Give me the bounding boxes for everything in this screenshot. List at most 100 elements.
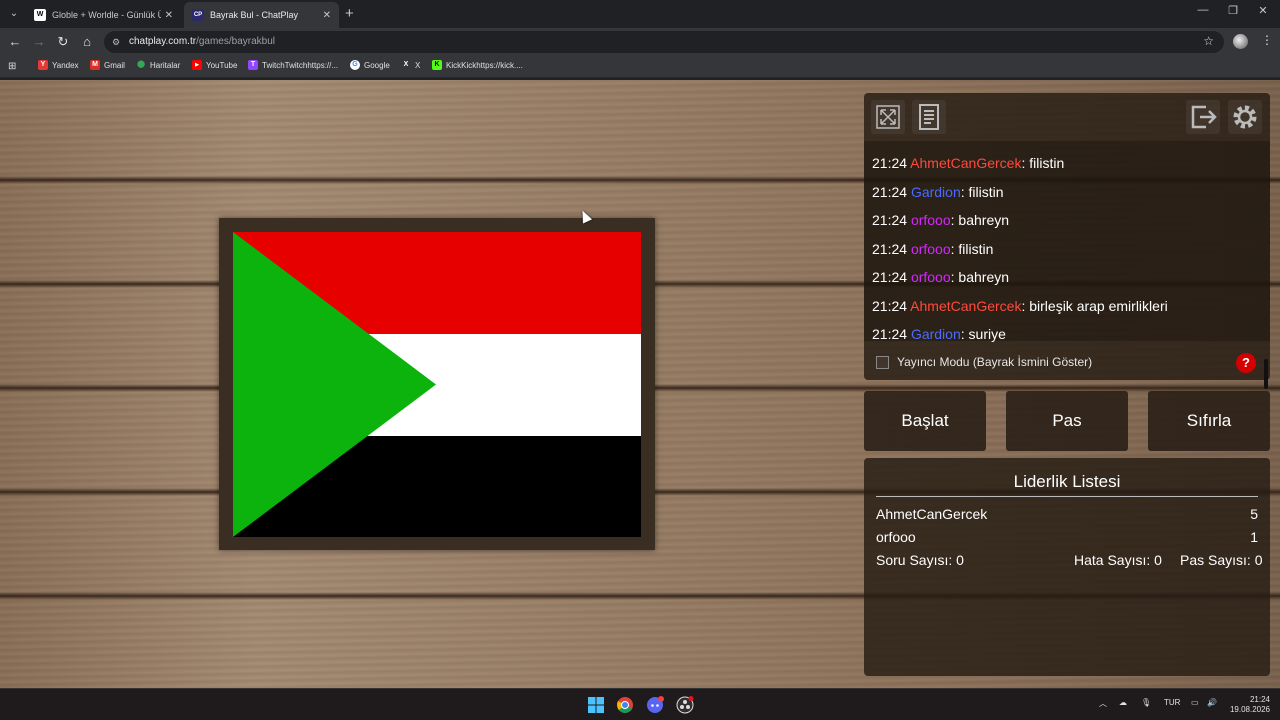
- reload-icon[interactable]: ↻: [54, 33, 72, 51]
- fullscreen-button[interactable]: [871, 100, 905, 134]
- weather-icon[interactable]: ☁: [1119, 698, 1127, 707]
- chat-username: orfooo: [910, 241, 951, 257]
- menu-dots-icon[interactable]: ⋮: [1261, 33, 1273, 47]
- microphone-icon[interactable]: 🎙: [1141, 698, 1151, 707]
- chat-time: 21:24: [872, 326, 908, 342]
- bookmark-label: Yandex: [52, 60, 79, 70]
- bookmark-label: KickKickhttps://kick....: [446, 60, 523, 70]
- profile-avatar[interactable]: [1233, 34, 1248, 49]
- back-arrow-icon[interactable]: ←: [6, 33, 24, 51]
- tab-title: Globle + Worldle - Günlük Ülke: [52, 10, 161, 20]
- new-tab-plus-icon[interactable]: +: [345, 5, 354, 22]
- chat-message: 21:24 AhmetCanGercek: birleşik arap emir…: [872, 298, 1168, 314]
- chat-message: 21:24 AhmetCanGercek: filistin: [872, 155, 1065, 171]
- chat-username: Gardion: [910, 184, 961, 200]
- chat-text: filistin: [1029, 155, 1065, 171]
- url-text: chatplay.com.tr/games/bayrakbul: [129, 36, 275, 47]
- flag-image: [233, 232, 641, 537]
- chat-username: AhmetCanGercek: [910, 155, 1022, 171]
- logout-icon: [1191, 105, 1217, 129]
- close-tab-icon[interactable]: ✕: [165, 10, 173, 21]
- browser-toolbar: ← → ↻ ⌂ ⚙ chatplay.com.tr/games/bayrakbu…: [0, 28, 1280, 56]
- chat-username: AhmetCanGercek: [910, 298, 1022, 314]
- pass-button[interactable]: Pas: [1006, 391, 1128, 451]
- globle-favicon-icon: W: [34, 9, 46, 21]
- chat-time: 21:24: [872, 212, 908, 228]
- clock-time: 21:24: [1249, 695, 1270, 704]
- tray-chevron-icon[interactable]: ︿: [1099, 698, 1107, 709]
- minimize-icon[interactable]: —: [1188, 4, 1218, 16]
- tab-search-chevron-icon[interactable]: ⌄: [6, 6, 22, 22]
- logout-button[interactable]: [1186, 100, 1220, 134]
- error-count: Hata Sayısı: 0: [1074, 552, 1162, 568]
- tab-title: Bayrak Bul - ChatPlay: [210, 10, 299, 20]
- close-tab-icon[interactable]: ✕: [323, 10, 331, 21]
- network-icon[interactable]: ▭: [1191, 698, 1199, 707]
- home-icon[interactable]: ⌂: [78, 33, 96, 51]
- question-count: Soru Sayısı: 0: [876, 552, 964, 568]
- maps-pin-icon: ⬤: [137, 61, 145, 68]
- leaderboard-panel: Liderlik Listesi AhmetCanGercek 5 orfooo…: [864, 458, 1270, 676]
- chat-time: 21:24: [872, 241, 908, 257]
- close-window-icon[interactable]: ✕: [1248, 4, 1278, 17]
- forward-arrow-icon[interactable]: →: [30, 33, 48, 51]
- windows-start-icon[interactable]: [587, 696, 605, 714]
- system-clock[interactable]: 21:24 19.08.2026: [1226, 695, 1270, 715]
- apps-grid-icon[interactable]: ⊞: [8, 61, 19, 72]
- flag-frame: [219, 218, 655, 550]
- google-icon: G: [350, 60, 360, 70]
- chrome-icon[interactable]: [616, 696, 634, 714]
- streamer-mode-label: Yayıncı Modu (Bayrak İsmini Göster): [897, 355, 1093, 369]
- restore-icon[interactable]: ❐: [1218, 4, 1248, 17]
- address-bar[interactable]: ⚙ chatplay.com.tr/games/bayrakbul ☆: [104, 31, 1224, 53]
- chat-username: orfooo: [910, 269, 951, 285]
- pass-count: Pas Sayısı: 0: [1180, 552, 1263, 568]
- streamer-mode-checkbox[interactable]: [876, 355, 889, 369]
- leaderboard-row: AhmetCanGercek 5: [876, 506, 1258, 522]
- chat-message: 21:24 Gardion: suriye: [872, 326, 1006, 342]
- bookmark-label: Google: [364, 60, 390, 70]
- gear-icon: [1233, 105, 1257, 129]
- bookmark-google[interactable]: G Google: [350, 60, 390, 70]
- notes-button[interactable]: [912, 100, 946, 134]
- taskbar: ︿ ☁ 🎙 TUR ▭ 🔊 21:24 19.08.2026: [0, 688, 1280, 720]
- language-indicator[interactable]: TUR: [1164, 698, 1180, 707]
- chat-text: birleşik arap emirlikleri: [1029, 298, 1168, 314]
- leaderboard-score: 1: [1250, 529, 1258, 545]
- bookmark-maps[interactable]: ⬤ Haritalar: [136, 60, 180, 70]
- bookmark-label: Haritalar: [150, 60, 181, 70]
- chat-message: 21:24 orfooo: filistin: [872, 241, 994, 257]
- bookmark-youtube[interactable]: ▶ YouTube: [192, 60, 237, 70]
- bookmark-x[interactable]: XX: [401, 60, 421, 70]
- tab-globle[interactable]: W Globle + Worldle - Günlük Ülke ✕: [26, 2, 181, 28]
- discord-icon[interactable]: [646, 696, 664, 714]
- chat-message: 21:24 orfooo: bahreyn: [872, 212, 1010, 228]
- bookmark-kick[interactable]: K KickKickhttps://kick....: [432, 60, 523, 70]
- reset-button[interactable]: Sıfırla: [1148, 391, 1270, 451]
- chat-scrollbar[interactable]: [1264, 359, 1268, 389]
- chat-username: Gardion: [910, 326, 961, 342]
- bookmarks-bar: ⊞ Y Yandex M Gmail ⬤ Haritalar ▶ YouTube T Tw…: [0, 56, 1280, 78]
- streamer-mode-row[interactable]: Yayıncı Modu (Bayrak İsmini Göster): [876, 355, 1092, 369]
- chat-message: 21:24 Gardion: filistin: [872, 184, 1004, 200]
- chat-text: filistin: [968, 184, 1004, 200]
- bookmark-gmail[interactable]: M Gmail: [90, 60, 125, 70]
- bookmark-twitch[interactable]: T TwitchTwitchhttps://...: [248, 60, 338, 70]
- tab-bayrak-bul[interactable]: CP Bayrak Bul - ChatPlay ✕: [184, 2, 339, 28]
- obs-icon[interactable]: [676, 696, 694, 714]
- document-icon: [919, 104, 939, 130]
- start-button[interactable]: Başlat: [864, 391, 986, 451]
- settings-button[interactable]: [1228, 100, 1262, 134]
- chat-log[interactable]: 21:24 AhmetCanGercek: filistin 21:24 Gar…: [864, 141, 1270, 389]
- clock-date: 19.08.2026: [1229, 705, 1270, 714]
- leaderboard-title: Liderlik Listesi: [1013, 472, 1121, 491]
- volume-icon[interactable]: 🔊: [1207, 698, 1217, 707]
- bookmark-star-icon[interactable]: ☆: [1203, 34, 1214, 48]
- help-icon[interactable]: ?: [1236, 353, 1256, 373]
- x-logo-icon: X: [403, 61, 409, 68]
- chat-panel: 21:24 AhmetCanGercek: filistin 21:24 Gar…: [864, 93, 1270, 389]
- bookmark-yandex[interactable]: Y Yandex: [38, 60, 79, 70]
- youtube-icon: ▶: [192, 60, 202, 70]
- chat-username: orfooo: [910, 212, 951, 228]
- site-info-icon[interactable]: ⚙: [112, 36, 124, 48]
